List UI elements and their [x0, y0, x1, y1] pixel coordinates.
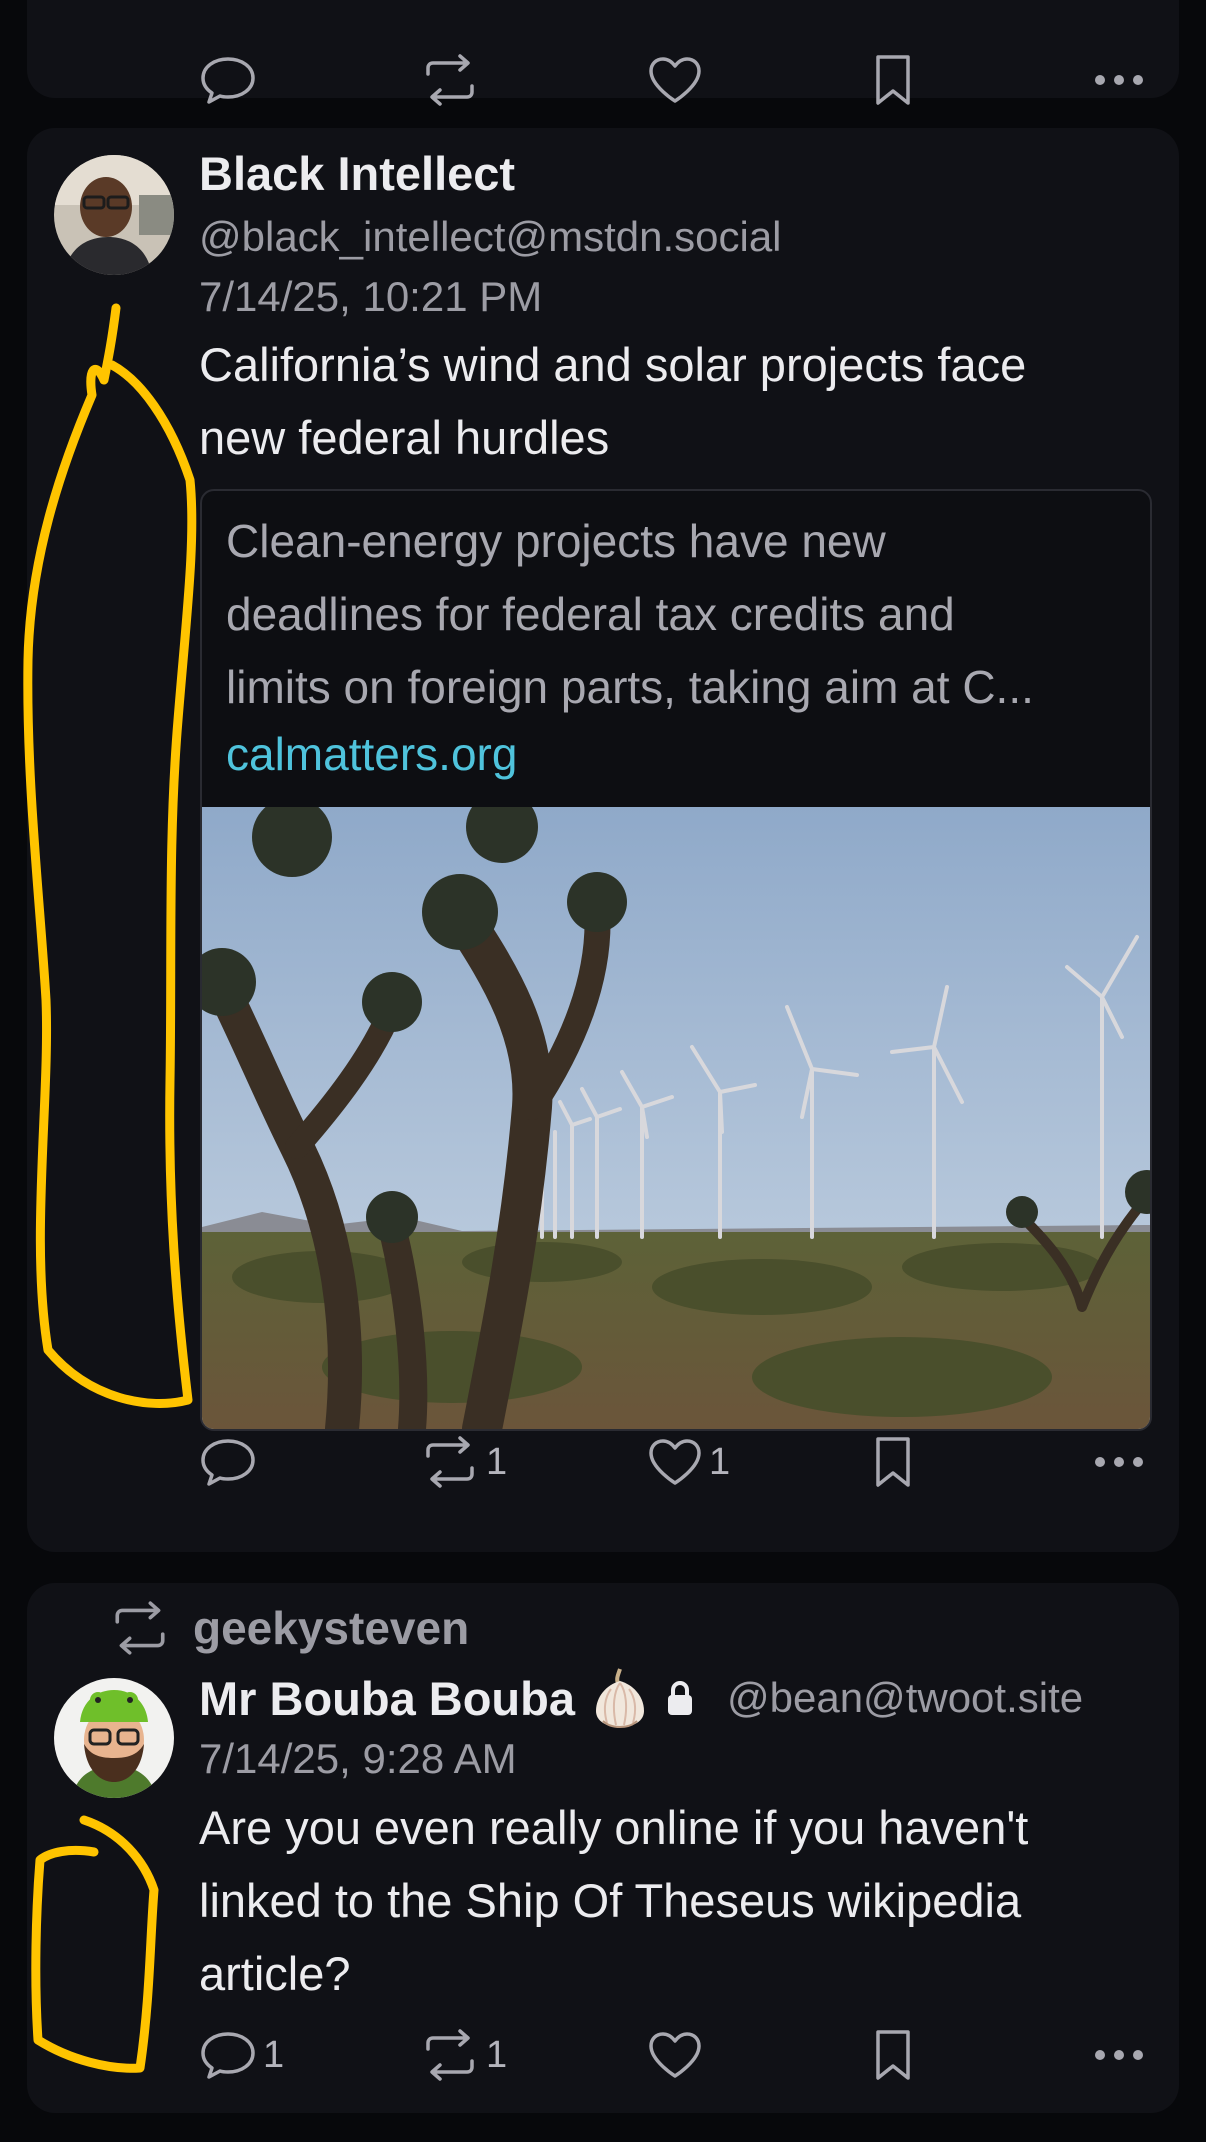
- previous-post-action-bar: [27, 40, 1179, 120]
- link-description-line: Clean-energy projects have new: [226, 515, 886, 567]
- handle[interactable]: @bean@twoot.site: [727, 1674, 1083, 1722]
- boost-icon: [426, 54, 474, 106]
- post-action-bar: 1 1: [27, 1422, 1179, 1502]
- like-count: 1: [709, 1440, 731, 1483]
- boost-button[interactable]: 1: [420, 2015, 507, 2095]
- post-card[interactable]: geekysteven Mr Bouba Bouba @bean@twoot.s…: [27, 1583, 1179, 2113]
- boost-icon: [426, 1436, 474, 1488]
- bookmark-button[interactable]: [873, 2015, 913, 2095]
- bookmark-button[interactable]: [873, 40, 913, 120]
- more-button[interactable]: [1093, 40, 1145, 120]
- timestamp[interactable]: 7/14/25, 10:21 PM: [199, 273, 542, 321]
- more-button[interactable]: [1093, 1422, 1145, 1502]
- previous-post-card: [27, 0, 1179, 106]
- boost-count: 1: [486, 2033, 508, 2076]
- bookmark-button[interactable]: [873, 1422, 913, 1502]
- bookmark-icon: [876, 2030, 910, 2080]
- reply-button[interactable]: 1: [199, 2015, 284, 2095]
- boost-button[interactable]: [420, 40, 480, 120]
- post-text-line: article?: [199, 1947, 351, 2000]
- reply-count: 1: [263, 2033, 285, 2076]
- handle[interactable]: @black_intellect@mstdn.social: [199, 213, 782, 261]
- more-icon: [1095, 75, 1143, 85]
- post-action-bar: 1 1: [27, 2015, 1179, 2095]
- heart-icon: [649, 2032, 701, 2078]
- reply-icon: [201, 1439, 255, 1486]
- post-text: California’s wind and solar projects fac…: [199, 328, 1026, 474]
- boosted-by-name[interactable]: geekysteven: [193, 1601, 469, 1655]
- boost-count: 1: [486, 1440, 508, 1483]
- like-button[interactable]: [647, 40, 703, 120]
- avatar[interactable]: [54, 155, 174, 275]
- display-name-row[interactable]: Mr Bouba Bouba @bean@twoot.site: [199, 1667, 1083, 1729]
- avatar[interactable]: [54, 1678, 174, 1798]
- like-button[interactable]: [647, 2015, 703, 2095]
- post-text-line: new federal hurdles: [199, 411, 610, 464]
- boost-icon: [115, 1601, 165, 1655]
- more-icon: [1095, 1457, 1143, 1467]
- lock-icon: [667, 1681, 692, 1715]
- link-description: Clean-energy projects have new deadlines…: [226, 505, 1136, 724]
- display-name[interactable]: Black Intellect: [199, 146, 515, 201]
- heart-icon: [649, 1439, 701, 1485]
- more-button[interactable]: [1093, 2015, 1145, 2095]
- timestamp[interactable]: 7/14/25, 9:28 AM: [199, 1735, 517, 1783]
- link-description-line: deadlines for federal tax credits and: [226, 588, 955, 640]
- reply-icon: [201, 57, 255, 104]
- link-preview-card[interactable]: Clean-energy projects have new deadlines…: [200, 489, 1152, 1431]
- reply-icon: [201, 2032, 255, 2079]
- post-text: Are you even really online if you haven'…: [199, 1791, 1028, 2010]
- post-text-line: California’s wind and solar projects fac…: [199, 338, 1027, 391]
- post-text-line: Are you even really online if you haven'…: [199, 1801, 1029, 1854]
- bookmark-icon: [876, 1437, 910, 1487]
- post-text-line: linked to the Ship Of Theseus wikipedia: [199, 1874, 1022, 1927]
- link-domain[interactable]: calmatters.org: [226, 727, 517, 781]
- reply-button[interactable]: [199, 1422, 257, 1502]
- heart-icon: [649, 57, 701, 103]
- boost-icon: [426, 2029, 474, 2081]
- garlic-emoji-icon: [595, 1668, 644, 1729]
- display-name[interactable]: Mr Bouba Bouba: [199, 1671, 575, 1726]
- more-icon: [1095, 2050, 1143, 2060]
- bookmark-icon: [876, 55, 910, 105]
- post-card[interactable]: Black Intellect @black_intellect@mstdn.s…: [27, 128, 1179, 1552]
- boost-button[interactable]: 1: [420, 1422, 507, 1502]
- link-preview-image[interactable]: [202, 807, 1150, 1429]
- reply-button[interactable]: [199, 40, 257, 120]
- like-button[interactable]: 1: [647, 1422, 730, 1502]
- link-description-line: limits on foreign parts, taking aim at C…: [226, 661, 1034, 713]
- boosted-by-row[interactable]: geekysteven: [109, 1601, 469, 1655]
